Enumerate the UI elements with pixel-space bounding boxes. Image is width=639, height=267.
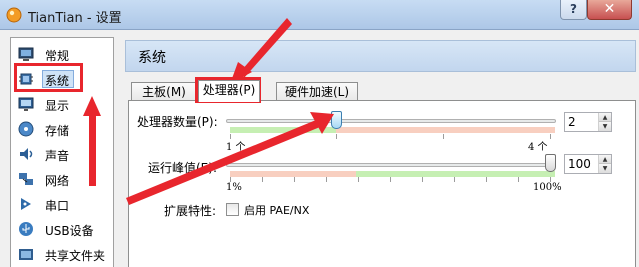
tab-processor[interactable]: 处理器(P) (198, 80, 260, 102)
annotation-arrows (83, 18, 334, 205)
arrow-to-processor-tab (241, 18, 292, 78)
arrow-to-system-item (89, 112, 96, 186)
arrow-to-system-item-head (83, 96, 101, 116)
arrow-to-processor-slider (126, 120, 320, 205)
